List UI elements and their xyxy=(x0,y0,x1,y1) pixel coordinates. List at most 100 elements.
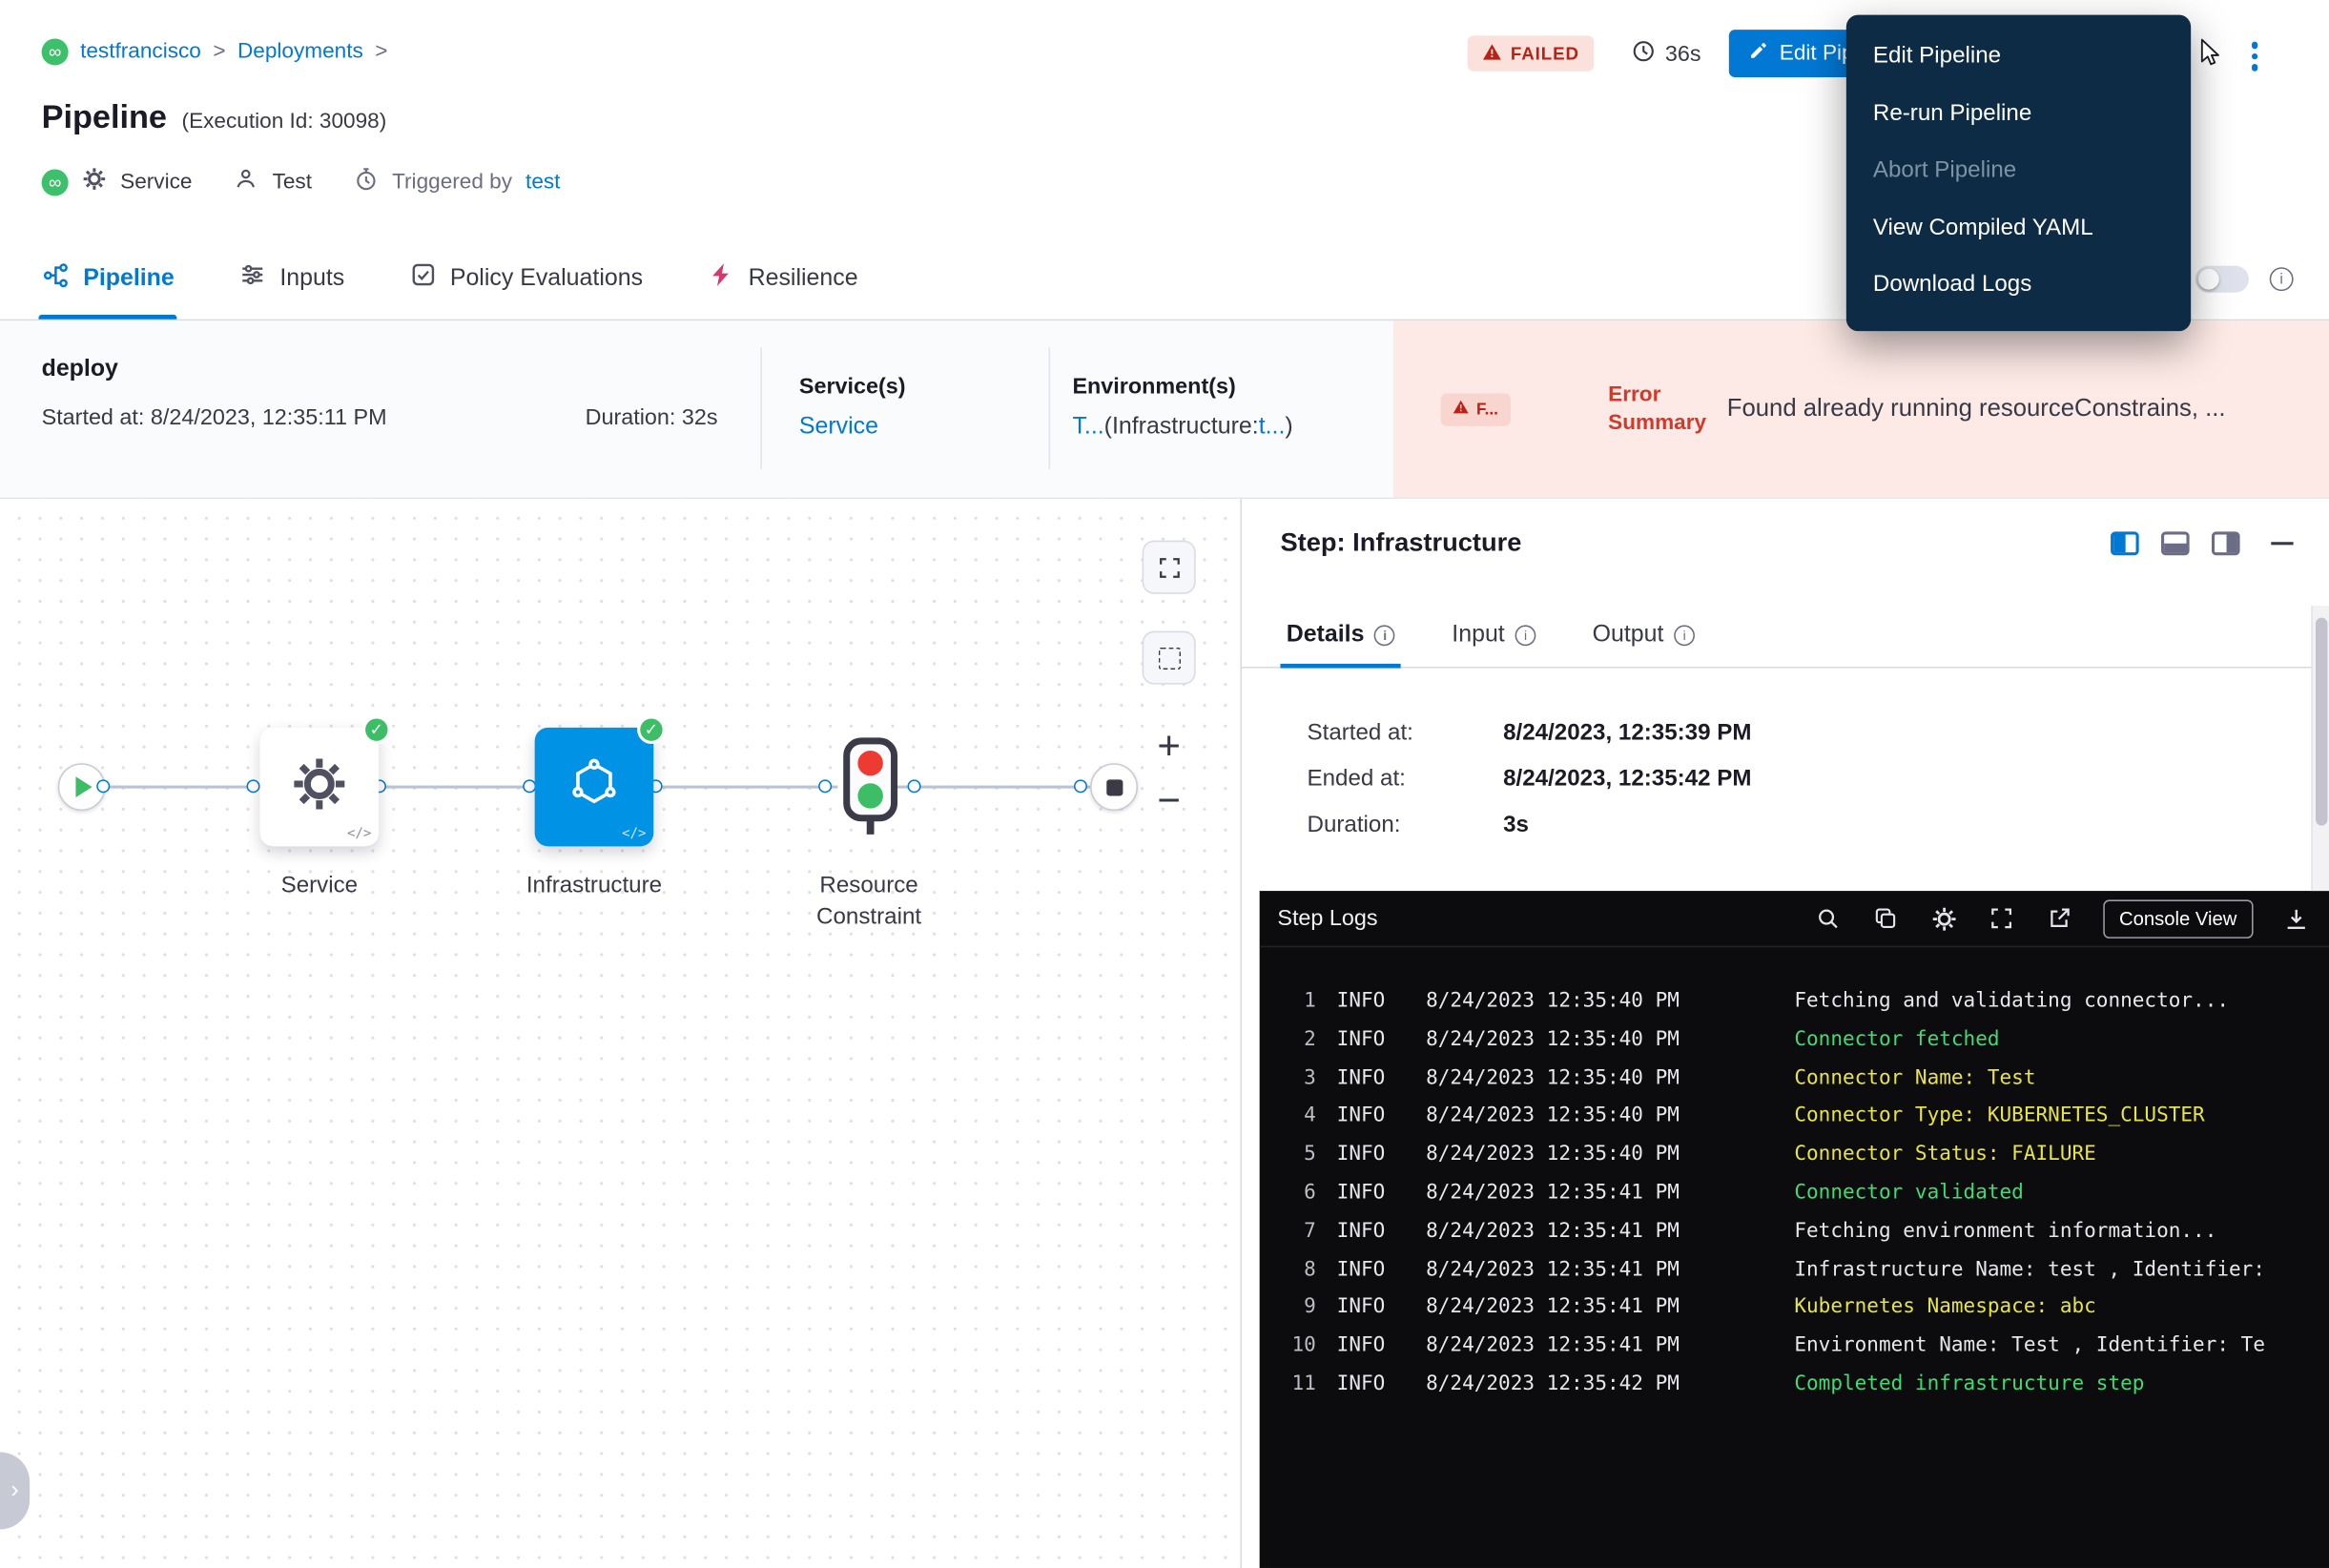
end-node[interactable] xyxy=(1090,763,1138,811)
services-column: Service(s) Service xyxy=(799,374,906,441)
breadcrumb-project-link[interactable]: testfrancisco xyxy=(80,40,201,64)
minimize-panel-icon[interactable] xyxy=(2271,542,2293,546)
fullscreen-canvas-button[interactable] xyxy=(1143,541,1196,594)
detail-row: Ended at: 8/24/2023, 12:35:42 PM xyxy=(1308,755,1752,801)
tab-details[interactable]: Details i xyxy=(1287,603,1395,667)
log-settings-gear-icon[interactable] xyxy=(1929,903,1959,933)
copy-icon[interactable] xyxy=(1871,903,1901,933)
error-summary-area: F... Error Summary Found already running… xyxy=(1393,320,2329,497)
info-icon[interactable]: i xyxy=(1374,625,1395,646)
tab-inputs[interactable]: Inputs xyxy=(239,237,344,320)
download-logs-icon[interactable] xyxy=(2281,903,2311,933)
zoom-in-button[interactable]: + xyxy=(1143,718,1196,774)
traffic-light-icon xyxy=(837,736,903,840)
tab-input[interactable]: Input i xyxy=(1452,603,1535,667)
service-label: Service xyxy=(120,170,192,194)
breadcrumb-deployments-link[interactable]: Deployments xyxy=(237,40,363,64)
context-menu-item[interactable]: Abort Pipeline xyxy=(1846,142,2191,199)
triggered-by-label: Triggered by xyxy=(392,170,512,194)
zoom-out-button[interactable]: − xyxy=(1143,774,1196,829)
detail-row: Duration: 3s xyxy=(1308,802,1752,848)
stage-started-at: Started at: 8/24/2023, 12:35:11 PM xyxy=(42,405,387,430)
infrastructure-link[interactable]: t... xyxy=(1259,414,1286,439)
node-label-resource-constraint: Resource Constraint xyxy=(770,870,969,932)
triggered-by-user-link[interactable]: test xyxy=(526,170,560,194)
log-line: 9 INFO 8/24/2023 12:35:41 PM Kubernetes … xyxy=(1260,1289,2329,1328)
detail-row: Started at: 8/24/2023, 12:35:39 PM xyxy=(1308,710,1752,755)
fullscreen-logs-icon[interactable] xyxy=(1987,903,2016,933)
code-mark: </> xyxy=(347,827,371,842)
search-icon[interactable] xyxy=(1813,903,1843,933)
info-icon[interactable]: i xyxy=(1515,625,1536,646)
stage-name: deploy xyxy=(42,357,118,383)
service-link[interactable]: Service xyxy=(799,414,878,439)
step-logs-title: Step Logs xyxy=(1277,906,1377,931)
log-line: 5 INFO 8/24/2023 12:35:40 PM Connector S… xyxy=(1260,1136,2329,1174)
vertical-scrollbar[interactable] xyxy=(2311,606,2329,891)
node-infrastructure[interactable]: ✓ </> xyxy=(535,728,654,847)
edge xyxy=(897,786,1090,789)
breadcrumb: ∞ testfrancisco > Deployments > xyxy=(42,38,388,65)
status-badge: FAILED xyxy=(1468,35,1595,71)
marquee-select-button[interactable] xyxy=(1143,631,1196,685)
edge xyxy=(653,786,837,789)
environment-link[interactable]: T... xyxy=(1072,414,1103,439)
console-view-button[interactable]: Console View xyxy=(2103,899,2254,938)
context-menu-item[interactable]: Edit Pipeline xyxy=(1846,29,2191,86)
tab-policy-evaluations[interactable]: Policy Evaluations xyxy=(410,237,643,320)
title-row: Pipeline (Execution Id: 30098) xyxy=(42,98,387,136)
success-check-icon: ✓ xyxy=(362,715,391,744)
context-menu: Edit Pipeline Re-run Pipeline Abort Pipe… xyxy=(1846,15,2191,331)
layout-bottom-icon[interactable] xyxy=(2161,531,2190,555)
user-icon xyxy=(234,166,258,197)
view-toggle[interactable] xyxy=(2195,266,2249,293)
more-options-kebab-icon[interactable] xyxy=(2243,35,2267,77)
context-menu-item[interactable]: Re-run Pipeline xyxy=(1846,86,2191,143)
page-title: Pipeline xyxy=(42,98,167,136)
policy-check-icon xyxy=(410,261,437,296)
edge xyxy=(379,786,535,789)
marquee-icon xyxy=(1158,647,1180,669)
inputs-icon xyxy=(239,261,266,296)
error-summary-label: Error Summary xyxy=(1608,381,1723,437)
pipeline-graph-canvas[interactable]: ✓ </> ✓ </> xyxy=(0,499,1242,1568)
info-icon[interactable]: i xyxy=(2270,267,2294,291)
edge xyxy=(106,786,260,789)
warning-triangle-icon xyxy=(1482,42,1501,64)
log-line: 11 INFO 8/24/2023 12:35:42 PM Completed … xyxy=(1260,1366,2329,1404)
node-service[interactable]: ✓ </> xyxy=(260,728,380,847)
divider xyxy=(760,347,762,469)
layout-split-icon[interactable] xyxy=(2111,531,2139,555)
layout-right-icon[interactable] xyxy=(2212,531,2240,555)
open-in-new-icon[interactable] xyxy=(2045,903,2074,933)
success-check-icon: ✓ xyxy=(637,715,666,744)
tab-pipeline[interactable]: Pipeline xyxy=(42,237,175,320)
breadcrumb-separator: > xyxy=(375,40,387,64)
left-panel-expander[interactable]: › xyxy=(0,1453,30,1530)
context-menu-item[interactable]: Download Logs xyxy=(1846,257,2191,314)
tab-resilience[interactable]: Resilience xyxy=(709,237,858,320)
stopwatch-icon xyxy=(354,166,379,197)
connector-port xyxy=(96,779,110,793)
stop-icon xyxy=(1105,779,1122,795)
log-line: 1 INFO 8/24/2023 12:35:40 PM Fetching an… xyxy=(1260,983,2329,1021)
step-logs-header: Step Logs xyxy=(1260,891,2329,947)
log-line: 2 INFO 8/24/2023 12:35:40 PM Connector f… xyxy=(1260,1021,2329,1060)
log-line: 4 INFO 8/24/2023 12:35:40 PM Connector T… xyxy=(1260,1098,2329,1136)
scrollbar-thumb[interactable] xyxy=(2316,618,2327,826)
environments-column: Environment(s) T...(Infrastructure:t...) xyxy=(1072,374,1292,441)
divider xyxy=(1049,347,1051,469)
stage-summary-bar: deploy Started at: 8/24/2023, 12:35:11 P… xyxy=(0,320,2329,499)
execution-id: (Execution Id: 30098) xyxy=(182,110,387,134)
tab-output[interactable]: Output i xyxy=(1593,603,1696,667)
play-icon xyxy=(75,776,92,797)
main-content: ✓ </> ✓ </> xyxy=(0,499,2329,1568)
context-menu-item[interactable]: View Compiled YAML xyxy=(1846,199,2191,257)
panel-layout-tools xyxy=(2111,531,2294,555)
info-icon[interactable]: i xyxy=(1674,625,1695,646)
zoom-controls: + − xyxy=(1143,718,1196,828)
connector-port xyxy=(908,779,921,793)
node-resource-constraint[interactable] xyxy=(837,736,903,848)
log-line: 3 INFO 8/24/2023 12:35:40 PM Connector N… xyxy=(1260,1060,2329,1098)
pipeline-icon xyxy=(42,260,71,296)
